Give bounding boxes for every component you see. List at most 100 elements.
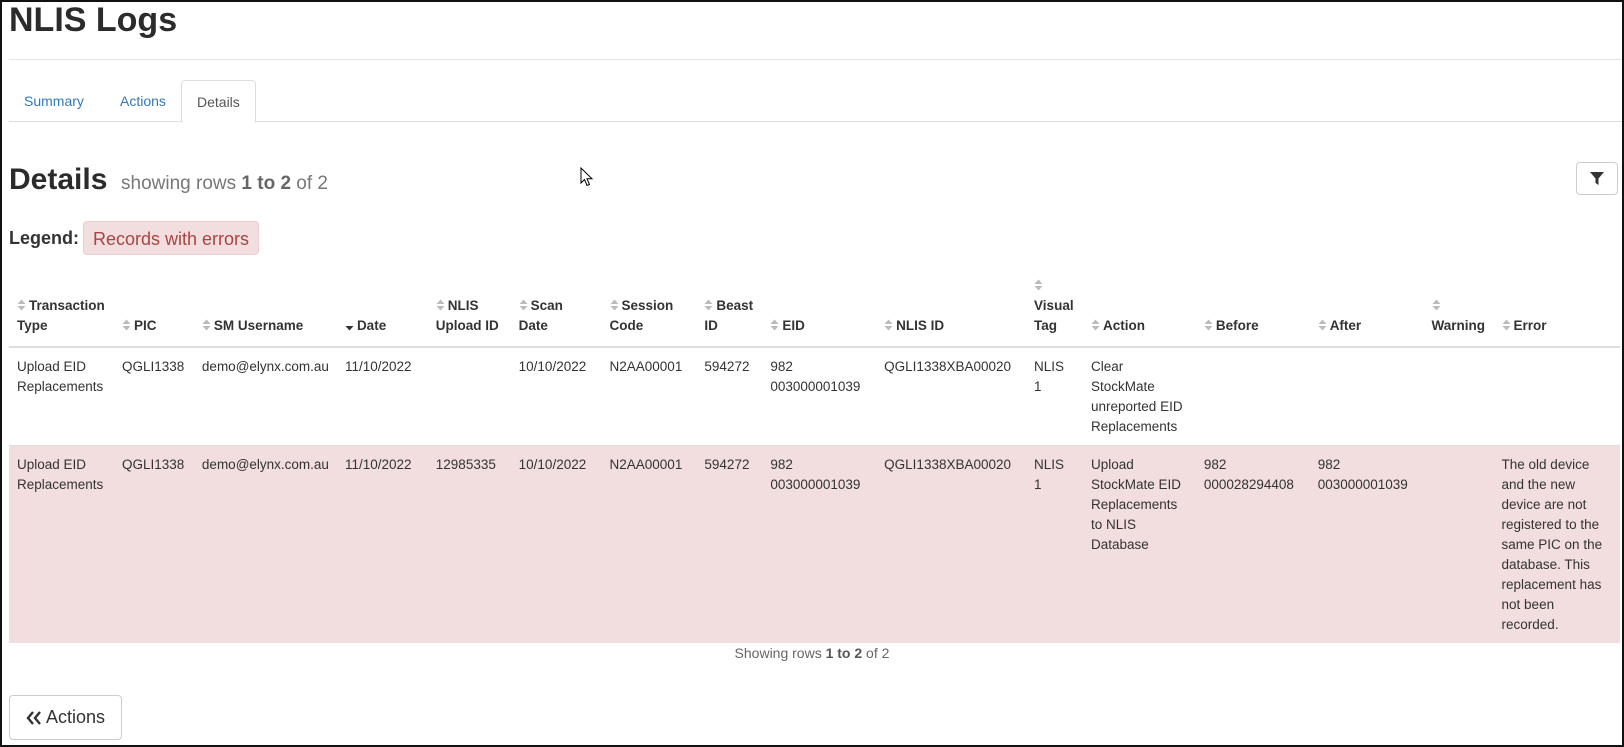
table-cell: QGLI1338 bbox=[113, 445, 194, 643]
sort-icon bbox=[1091, 319, 1100, 331]
filter-icon bbox=[1590, 171, 1604, 185]
pager-of: of bbox=[862, 645, 882, 661]
table-cell bbox=[427, 346, 511, 446]
column-header[interactable]: Error bbox=[1493, 270, 1620, 348]
column-header[interactable]: Session Code bbox=[601, 270, 697, 348]
sort-icon bbox=[1034, 279, 1043, 291]
filter-button[interactable] bbox=[1576, 162, 1618, 195]
column-header-label: Action bbox=[1103, 318, 1146, 333]
table-cell: QGLI1338XBA00020 bbox=[876, 346, 1027, 446]
title-divider bbox=[9, 59, 1622, 60]
tab-summary[interactable]: Summary bbox=[9, 80, 99, 122]
column-header-label: EID bbox=[782, 318, 805, 333]
table-cell: 10/10/2022 bbox=[510, 346, 602, 446]
column-header[interactable]: Date bbox=[336, 270, 428, 348]
table-cell: NLIS 1 bbox=[1026, 346, 1084, 446]
table-cell: 982 003000001039 bbox=[762, 346, 877, 446]
column-header-label: Error bbox=[1513, 318, 1547, 333]
tab-bar: Summary Actions Details bbox=[9, 80, 1622, 123]
column-header-label: Visual Tag bbox=[1034, 298, 1074, 333]
table-cell bbox=[1493, 346, 1620, 446]
back-button-label: Actions bbox=[45, 707, 106, 727]
double-chevron-left-icon bbox=[26, 710, 41, 725]
tab-actions[interactable]: Actions bbox=[105, 80, 181, 122]
back-to-actions-button[interactable]: Actions bbox=[9, 695, 122, 740]
table-cell: QGLI1338 bbox=[113, 346, 194, 446]
column-header-label: Before bbox=[1215, 318, 1259, 333]
sort-icon bbox=[1502, 319, 1511, 331]
rows-info-prefix: showing rows bbox=[121, 173, 242, 194]
column-header[interactable]: EID bbox=[762, 270, 877, 348]
sort-icon bbox=[122, 319, 131, 331]
mouse-cursor-icon bbox=[580, 167, 594, 187]
column-header[interactable]: Before bbox=[1195, 270, 1310, 348]
legend-error-badge: Records with errors bbox=[83, 221, 260, 255]
column-header-label: After bbox=[1329, 318, 1362, 333]
table-cell: 11/10/2022 bbox=[336, 445, 428, 643]
table-cell: Clear StockMate unreported EID Replaceme… bbox=[1083, 346, 1196, 446]
sort-icon bbox=[1432, 299, 1441, 311]
table-cell: N2AA00001 bbox=[601, 346, 697, 446]
table-cell bbox=[1423, 346, 1494, 446]
legend-label: Legend: bbox=[9, 228, 79, 248]
column-header[interactable]: Scan Date bbox=[510, 270, 602, 348]
sort-icon bbox=[884, 319, 893, 331]
table-cell: 594272 bbox=[696, 445, 763, 643]
column-header[interactable]: Transaction Type bbox=[9, 270, 114, 348]
pager-range: 1 to 2 bbox=[825, 645, 863, 661]
column-header[interactable]: After bbox=[1309, 270, 1424, 348]
column-header[interactable]: Action bbox=[1083, 270, 1196, 348]
table-cell: demo@elynx.com.au bbox=[193, 346, 337, 446]
sort-icon bbox=[202, 319, 211, 331]
column-header-label: NLIS ID bbox=[896, 318, 945, 333]
table-cell: 594272 bbox=[696, 346, 763, 446]
pager-total: 2 bbox=[881, 645, 890, 661]
table-cell: Upload StockMate EID Replacements to NLI… bbox=[1083, 445, 1196, 643]
pager-prefix: Showing rows bbox=[734, 645, 826, 661]
table-cell: N2AA00001 bbox=[601, 445, 697, 643]
sort-icon bbox=[17, 299, 26, 311]
column-header-label: Warning bbox=[1431, 318, 1486, 333]
details-table: Transaction Type PIC SM Username Date NLIS U… bbox=[9, 270, 1620, 643]
table-cell: NLIS 1 bbox=[1026, 445, 1084, 643]
sort-desc-icon bbox=[345, 326, 354, 331]
column-header-label: Date bbox=[356, 318, 387, 333]
column-header[interactable]: Beast ID bbox=[696, 270, 763, 348]
column-header-label: Transaction Type bbox=[17, 298, 105, 333]
table-cell: QGLI1338XBA00020 bbox=[876, 445, 1027, 643]
table-cell: Upload EID Replacements bbox=[9, 445, 114, 643]
header-row: Transaction Type PIC SM Username Date NLIS U… bbox=[9, 270, 1620, 348]
table-cell: 982 003000001039 bbox=[1309, 445, 1424, 643]
column-header-label: Session Code bbox=[609, 298, 674, 333]
sort-icon bbox=[770, 319, 779, 331]
column-header-label: PIC bbox=[133, 318, 157, 333]
sort-icon bbox=[610, 299, 619, 311]
column-header[interactable]: Warning bbox=[1423, 270, 1494, 348]
sort-icon bbox=[1204, 319, 1213, 331]
table-cell: demo@elynx.com.au bbox=[193, 445, 337, 643]
rows-info-total: 2 bbox=[317, 173, 328, 194]
column-header-label: SM Username bbox=[213, 318, 304, 333]
rows-info-of: of bbox=[291, 173, 318, 194]
table-cell: 982 003000001039 bbox=[762, 445, 877, 643]
column-header[interactable]: NLIS Upload ID bbox=[427, 270, 511, 348]
sort-icon bbox=[704, 299, 713, 311]
table-body: Upload EID Replacements QGLI1338 demo@elyn… bbox=[9, 346, 1620, 643]
column-header[interactable]: Visual Tag bbox=[1026, 270, 1084, 348]
sort-icon bbox=[1318, 319, 1327, 331]
tab-details[interactable]: Details bbox=[181, 80, 256, 123]
rows-info-range: 1 to 2 bbox=[241, 173, 292, 194]
table-cell: 982 000028294408 bbox=[1195, 445, 1310, 643]
column-header-label: NLIS Upload ID bbox=[435, 298, 499, 333]
pager-info: Showing rows 1 to 2 of 2 bbox=[0, 645, 1624, 661]
table-cell: The old device and the new device are no… bbox=[1493, 445, 1620, 643]
column-header[interactable]: PIC bbox=[113, 270, 194, 348]
table-row: Upload EID Replacements QGLI1338 demo@elyn… bbox=[9, 346, 1620, 446]
column-header[interactable]: NLIS ID bbox=[876, 270, 1027, 348]
column-header[interactable]: SM Username bbox=[193, 270, 337, 348]
table-cell bbox=[1309, 346, 1424, 446]
page-title: NLIS Logs bbox=[9, 1, 178, 39]
sort-icon bbox=[436, 299, 445, 311]
table-cell: 10/10/2022 bbox=[510, 445, 602, 643]
table-cell: 11/10/2022 bbox=[336, 346, 428, 446]
